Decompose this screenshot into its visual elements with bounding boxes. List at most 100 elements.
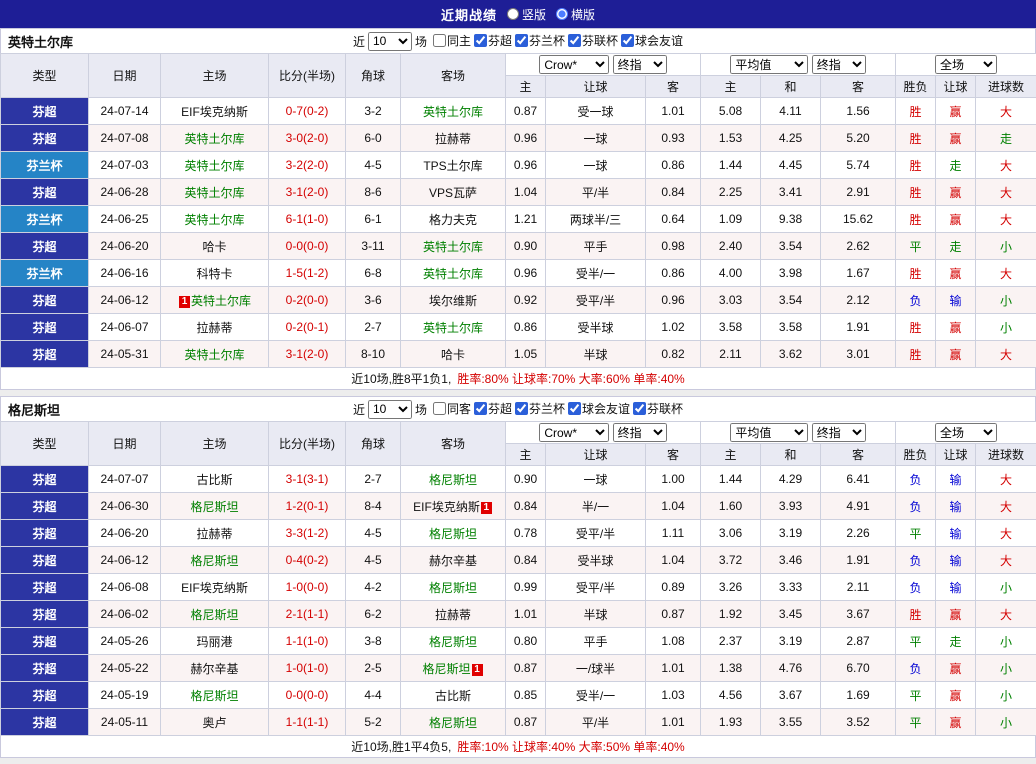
league-checkbox[interactable] bbox=[621, 34, 634, 47]
match-score[interactable]: 3-3(1-2) bbox=[269, 520, 346, 547]
match-row: 芬超24-06-20拉赫蒂3-3(1-2)4-5格尼斯坦0.78受平/半1.11… bbox=[1, 520, 1036, 547]
match-score[interactable]: 3-1(2-0) bbox=[269, 179, 346, 206]
league-filter-option[interactable]: 芬兰杯 bbox=[515, 32, 565, 49]
team-link[interactable]: 格尼斯坦 bbox=[429, 716, 477, 730]
recent-count-select[interactable]: 10 bbox=[368, 32, 412, 51]
league-checkbox[interactable] bbox=[515, 402, 528, 415]
team-link[interactable]: EIF埃克纳斯 bbox=[413, 500, 480, 514]
match-score[interactable]: 1-5(1-2) bbox=[269, 260, 346, 287]
odds-source-select[interactable]: Crow* bbox=[539, 55, 609, 74]
league-checkbox[interactable] bbox=[568, 34, 581, 47]
team-link[interactable]: 格尼斯坦 bbox=[429, 473, 477, 487]
match-score[interactable]: 3-0(2-0) bbox=[269, 125, 346, 152]
avg-source-select[interactable]: 平均值 bbox=[730, 423, 808, 442]
match-score[interactable]: 1-0(0-0) bbox=[269, 574, 346, 601]
match-score[interactable]: 1-0(1-0) bbox=[269, 655, 346, 682]
team-link[interactable]: 古比斯 bbox=[435, 689, 471, 703]
scope-select[interactable]: 全场 bbox=[935, 423, 997, 442]
filter-bar: 格尼斯坦 近 10 场 同客芬超芬兰杯球会友谊芬联杯 bbox=[0, 396, 1036, 421]
match-score[interactable]: 3-1(2-0) bbox=[269, 341, 346, 368]
team-link[interactable]: 英特土尔库 bbox=[423, 267, 483, 281]
league-checkbox[interactable] bbox=[474, 402, 487, 415]
league-checkbox[interactable] bbox=[474, 34, 487, 47]
team-link[interactable]: TPS土尔库 bbox=[423, 159, 482, 173]
team-link[interactable]: 奥卢 bbox=[202, 716, 226, 730]
team-link[interactable]: 拉赫蒂 bbox=[435, 132, 471, 146]
team-link[interactable]: 赫尔辛基 bbox=[429, 554, 477, 568]
col-avg-home: 主 bbox=[701, 444, 761, 466]
layout-radio[interactable] bbox=[507, 8, 519, 20]
team-link[interactable]: 格尼斯坦 bbox=[429, 527, 477, 541]
match-score[interactable]: 1-2(0-1) bbox=[269, 493, 346, 520]
league-checkbox[interactable] bbox=[568, 402, 581, 415]
avg-time-select[interactable]: 终指 bbox=[812, 55, 866, 74]
match-score[interactable]: 6-1(1-0) bbox=[269, 206, 346, 233]
match-score[interactable]: 0-4(0-2) bbox=[269, 547, 346, 574]
layout-option[interactable]: 横版 bbox=[556, 6, 595, 23]
match-score[interactable]: 3-2(2-0) bbox=[269, 152, 346, 179]
league-filter-option[interactable]: 芬超 bbox=[474, 32, 512, 49]
league-checkbox[interactable] bbox=[515, 34, 528, 47]
league-filter-option[interactable]: 球会友谊 bbox=[568, 400, 630, 417]
league-filter-option[interactable]: 同客 bbox=[433, 400, 471, 417]
avg-time-select[interactable]: 终指 bbox=[812, 423, 866, 442]
match-score[interactable]: 2-1(1-1) bbox=[269, 601, 346, 628]
team-link[interactable]: 格力夫克 bbox=[429, 213, 477, 227]
avg-source-select[interactable]: 平均值 bbox=[730, 55, 808, 74]
match-score[interactable]: 1-1(1-1) bbox=[269, 709, 346, 736]
team-link[interactable]: 格尼斯坦 bbox=[429, 581, 477, 595]
league-checkbox[interactable] bbox=[633, 402, 646, 415]
team-link[interactable]: 英特土尔库 bbox=[191, 294, 251, 308]
match-score[interactable]: 0-0(0-0) bbox=[269, 233, 346, 260]
team-link[interactable]: 格尼斯坦 bbox=[190, 500, 238, 514]
match-score[interactable]: 0-2(0-1) bbox=[269, 314, 346, 341]
team-link[interactable]: 英特土尔库 bbox=[423, 321, 483, 335]
layout-radio[interactable] bbox=[556, 8, 568, 20]
team-link[interactable]: 玛丽港 bbox=[196, 635, 232, 649]
team-link[interactable]: 格尼斯坦 bbox=[422, 662, 470, 676]
odds-time-select[interactable]: 终指 bbox=[613, 55, 667, 74]
home-team: 英特土尔库 bbox=[161, 152, 269, 179]
team-link[interactable]: 英特土尔库 bbox=[184, 132, 244, 146]
team-link[interactable]: 赫尔辛基 bbox=[190, 662, 238, 676]
team-link[interactable]: 拉赫蒂 bbox=[196, 527, 232, 541]
team-link[interactable]: 格尼斯坦 bbox=[190, 554, 238, 568]
team-link[interactable]: 格尼斯坦 bbox=[429, 635, 477, 649]
team-link[interactable]: 英特土尔库 bbox=[184, 213, 244, 227]
team-link[interactable]: 英特土尔库 bbox=[184, 159, 244, 173]
match-score[interactable]: 0-2(0-0) bbox=[269, 287, 346, 314]
team-link[interactable]: 埃尔维斯 bbox=[429, 294, 477, 308]
team-link[interactable]: EIF埃克纳斯 bbox=[181, 581, 248, 595]
scope-select[interactable]: 全场 bbox=[935, 55, 997, 74]
league-checkbox[interactable] bbox=[433, 34, 446, 47]
match-score[interactable]: 3-1(3-1) bbox=[269, 466, 346, 493]
odds-time-select[interactable]: 终指 bbox=[613, 423, 667, 442]
team-link[interactable]: 英特土尔库 bbox=[423, 105, 483, 119]
team-link[interactable]: 英特土尔库 bbox=[423, 240, 483, 254]
team-link[interactable]: 格尼斯坦 bbox=[190, 689, 238, 703]
team-link[interactable]: 格尼斯坦 bbox=[190, 608, 238, 622]
match-score[interactable]: 0-0(0-0) bbox=[269, 682, 346, 709]
team-link[interactable]: EIF埃克纳斯 bbox=[181, 105, 248, 119]
match-score[interactable]: 0-7(0-2) bbox=[269, 98, 346, 125]
league-filter-option[interactable]: 球会友谊 bbox=[621, 32, 683, 49]
team-link[interactable]: 科特卡 bbox=[196, 267, 232, 281]
league-filter-option[interactable]: 芬联杯 bbox=[568, 32, 618, 49]
team-link[interactable]: 拉赫蒂 bbox=[435, 608, 471, 622]
team-link[interactable]: 古比斯 bbox=[196, 473, 232, 487]
league-filter-option[interactable]: 芬超 bbox=[474, 400, 512, 417]
league-filter-option[interactable]: 同主 bbox=[433, 32, 471, 49]
league-filter-option[interactable]: 芬兰杯 bbox=[515, 400, 565, 417]
team-link[interactable]: 英特土尔库 bbox=[184, 186, 244, 200]
team-link[interactable]: 英特土尔库 bbox=[184, 348, 244, 362]
team-link[interactable]: VPS瓦萨 bbox=[429, 186, 477, 200]
recent-count-select[interactable]: 10 bbox=[368, 400, 412, 419]
match-score[interactable]: 1-1(1-0) bbox=[269, 628, 346, 655]
league-checkbox[interactable] bbox=[433, 402, 446, 415]
team-link[interactable]: 哈卡 bbox=[441, 348, 465, 362]
team-link[interactable]: 哈卡 bbox=[202, 240, 226, 254]
league-filter-option[interactable]: 芬联杯 bbox=[633, 400, 683, 417]
team-link[interactable]: 拉赫蒂 bbox=[196, 321, 232, 335]
layout-option[interactable]: 竖版 bbox=[507, 6, 546, 23]
odds-source-select[interactable]: Crow* bbox=[539, 423, 609, 442]
